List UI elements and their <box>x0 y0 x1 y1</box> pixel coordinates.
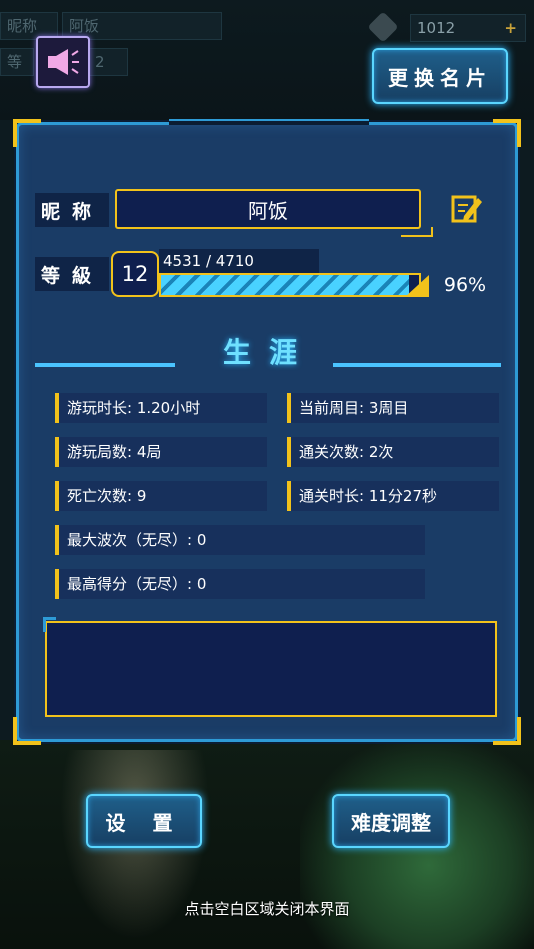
panel-top-notch <box>169 119 369 125</box>
xp-progress-fill <box>161 275 410 295</box>
close-hint: 点击空白区域关闭本界面 <box>184 900 350 918</box>
bg-level-value: 2 <box>88 48 128 76</box>
bg-gem-icon <box>367 11 399 43</box>
nickname-value: 阿饭 <box>248 198 288 223</box>
edit-nickname-button[interactable] <box>449 191 485 227</box>
xp-percent: 96% <box>443 274 487 296</box>
stat-max-wave: 最大波次（无尽）: 0 <box>55 525 425 555</box>
bg-add-coin-icon: + <box>504 19 517 37</box>
panel-corner <box>493 717 521 745</box>
career-title: 生涯 <box>222 336 315 369</box>
settings-button[interactable]: 设 置 <box>86 794 202 848</box>
panel-corner <box>13 717 41 745</box>
megaphone-icon <box>48 49 79 75</box>
profile-panel: 昵称 阿饭 等級 12 4531 / 4710 96% 生涯 游玩时长: 1.2… <box>13 119 521 745</box>
announcement-button[interactable] <box>36 36 90 88</box>
stat-play-time: 游玩时长: 1.20小时 <box>55 393 267 423</box>
level-label: 等級 <box>35 257 109 291</box>
difficulty-button[interactable]: 难度调整 <box>332 794 450 848</box>
bg-coin-count: 1012 <box>417 19 456 37</box>
stat-clear-count: 通关次数: 2次 <box>287 437 499 467</box>
stat-current-cycle: 当前周目: 3周目 <box>287 393 499 423</box>
stat-games-played: 游玩局数: 4局 <box>55 437 267 467</box>
stat-death-count: 死亡次数: 9 <box>55 481 267 511</box>
change-card-button[interactable]: 更换名片 <box>372 48 508 104</box>
xp-progress-bar <box>159 273 421 297</box>
message-box <box>43 617 497 717</box>
panel-corner <box>13 119 41 147</box>
panel-corner <box>493 119 521 147</box>
level-badge: 12 <box>111 251 159 297</box>
section-divider-left <box>35 363 175 367</box>
xp-bar-tail <box>405 275 429 297</box>
xp-text: 4531 / 4710 <box>159 249 319 273</box>
edit-note-icon <box>451 195 482 223</box>
nickname-field[interactable]: 阿饭 <box>115 189 433 237</box>
stat-high-score: 最高得分（无尽）: 0 <box>55 569 425 599</box>
stat-clear-time: 通关时长: 11分27秒 <box>287 481 499 511</box>
nickname-label: 昵称 <box>35 193 109 227</box>
bg-coin-row: 1012 + <box>410 14 526 42</box>
bg-level-label: 等 <box>0 48 34 76</box>
section-divider-right <box>333 363 501 367</box>
